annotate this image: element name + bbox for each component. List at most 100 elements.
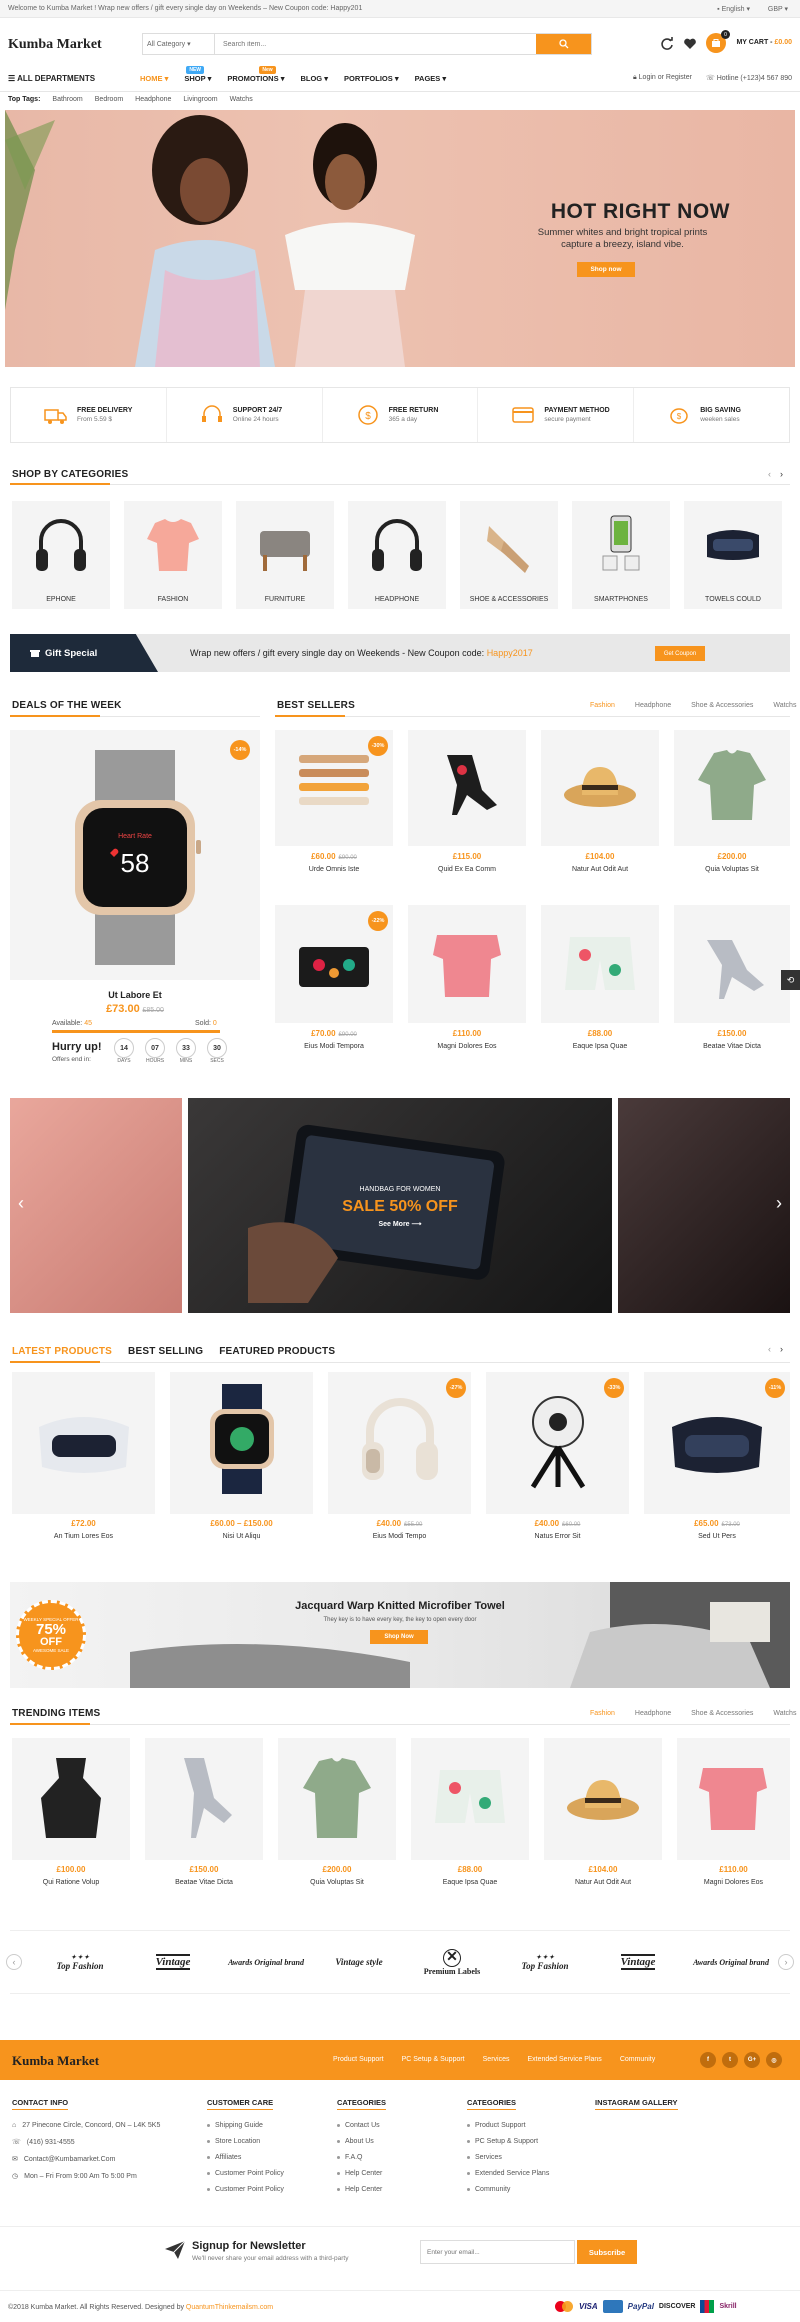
search-category-select[interactable]: All Category ▾ (143, 34, 215, 54)
product-name[interactable]: Natus Error Sit (486, 1533, 629, 1540)
product-name[interactable]: Quia Voluptas Sit (278, 1879, 396, 1886)
footer-link[interactable]: Contact Us (337, 2122, 386, 2129)
tab-featured-products[interactable]: FEATURED PRODUCTS (219, 1346, 335, 1357)
product-card[interactable]: £60.00 – £150.00 Nisi Ut Aliqu (170, 1372, 313, 1554)
product-name[interactable]: Nisi Ut Aliqu (170, 1533, 313, 1540)
tab-headphone[interactable]: Headphone (635, 1710, 671, 1717)
login-link[interactable]: 🔒︎ Login or Register (633, 74, 692, 82)
footer-link[interactable]: Store Location (207, 2138, 284, 2145)
product-card[interactable]: £200.00 Quia Voluptas Sit (674, 730, 790, 888)
footer-link[interactable]: Help Center (337, 2186, 386, 2193)
product-name[interactable]: Beatae Vitae Dicta (145, 1879, 263, 1886)
footer-link[interactable]: Community (467, 2186, 549, 2193)
footer-link[interactable]: Extended Service Plans (467, 2170, 549, 2177)
nav-item-promotions[interactable]: PROMOTIONS ▾ New (227, 66, 284, 83)
product-name[interactable]: Eaque Ipsa Quae (541, 1043, 659, 1050)
facebook-icon[interactable]: f (700, 2052, 716, 2068)
product-name[interactable]: Natur Aut Odit Aut (541, 866, 659, 873)
brand-logo[interactable]: Vintage style (319, 1936, 399, 1988)
brands-prev[interactable]: ‹ (6, 1954, 22, 1970)
product-card[interactable]: £150.00 Beatae Vitae Dicta (674, 905, 790, 1065)
contact-email[interactable]: ✉ Contact@Kumbamarket.Com (12, 2155, 160, 2164)
brand-logo[interactable]: Vintage (133, 1936, 213, 1988)
search-input[interactable] (219, 34, 529, 54)
nav-item-pages[interactable]: PAGES ▾ (415, 74, 447, 83)
cart-button[interactable]: 0 (706, 30, 730, 53)
carousel-next[interactable]: › (780, 469, 783, 479)
footer-link[interactable]: PC Setup & Support (467, 2138, 549, 2145)
tab-shoe-accessories[interactable]: Shoe & Accessories (691, 1710, 753, 1717)
footer-link[interactable]: About Us (337, 2138, 386, 2145)
footer-link[interactable]: Extended Service Plans (527, 2056, 601, 2063)
google-plus-icon[interactable]: G+ (744, 2052, 760, 2068)
designer-link[interactable]: QuantumThinkemailsm.com (186, 2304, 273, 2311)
category-card[interactable]: TOWELS COULD (684, 501, 782, 609)
nav-item-blog[interactable]: BLOG ▾ (300, 74, 328, 83)
cart-summary[interactable]: MY CART - £0.00 (736, 39, 792, 46)
heart-icon[interactable] (683, 37, 697, 51)
hero-shop-button[interactable]: Shop now (577, 262, 635, 277)
footer-link[interactable]: Customer Point Policy (207, 2170, 284, 2177)
slider-prev-arrow[interactable]: ‹ (18, 1193, 24, 1214)
deal-product-card[interactable]: -14% Heart Rate 58 (10, 730, 260, 980)
footer-logo[interactable]: Kumba Market (12, 2053, 99, 2069)
nav-item-portfolios[interactable]: PORTFOLIOS ▾ (344, 74, 399, 83)
product-name[interactable]: Qui Ratione Volup (12, 1879, 130, 1886)
product-name[interactable]: Magni Dolores Eos (677, 1879, 790, 1886)
product-name[interactable]: Quia Voluptas Sit (674, 866, 790, 873)
category-card[interactable]: EPHONE (12, 501, 110, 609)
brand-logo[interactable]: ✦ ✦ ✦ Top Fashion (40, 1936, 120, 1988)
product-card[interactable]: £110.00 Magni Dolores Eos (677, 1738, 790, 1900)
tag-link[interactable]: Bedroom (95, 96, 123, 103)
product-card[interactable]: £104.00 Natur Aut Odit Aut (544, 1738, 662, 1900)
tab-watchs[interactable]: Watchs (773, 702, 796, 709)
subscribe-button[interactable]: Subscribe (577, 2240, 637, 2264)
footer-link[interactable]: Services (467, 2154, 549, 2161)
footer-link[interactable]: F.A.Q (337, 2154, 386, 2161)
product-card[interactable]: -11% £65.00 £73.00 Sed Ut Pers (644, 1372, 790, 1554)
footer-link[interactable]: Community (620, 2056, 655, 2063)
product-name[interactable]: Eius Modi Tempora (275, 1043, 393, 1050)
footer-link[interactable]: Product Support (467, 2122, 549, 2129)
product-card[interactable]: £72.00 An Tium Lores Eos (12, 1372, 155, 1554)
tab-best-selling[interactable]: BEST SELLING (128, 1346, 203, 1357)
product-card[interactable]: £115.00 Quid Ex Ea Comm (408, 730, 526, 888)
tab-latest-products[interactable]: LATEST PRODUCTS (12, 1346, 112, 1357)
product-card[interactable]: £104.00 Natur Aut Odit Aut (541, 730, 659, 888)
product-card[interactable]: -33% £40.00 £60.00 Natus Error Sit (486, 1372, 629, 1554)
product-name[interactable]: Magni Dolores Eos (408, 1043, 526, 1050)
product-card[interactable]: £110.00 Magni Dolores Eos (408, 905, 526, 1065)
carousel-prev[interactable]: ‹ (768, 469, 771, 479)
tab-headphone[interactable]: Headphone (635, 702, 671, 709)
product-card[interactable]: -22% £70.00 £90.00 Eius Modi Tempora (275, 905, 393, 1065)
twitter-icon[interactable]: t (722, 2052, 738, 2068)
search-button[interactable] (536, 34, 591, 54)
carousel-next[interactable]: › (780, 1344, 783, 1354)
refresh-icon[interactable] (660, 37, 674, 51)
language-selector[interactable]: ▪ English ▾ (717, 5, 750, 13)
product-card[interactable]: £88.00 Eaque Ipsa Quae (411, 1738, 529, 1900)
product-card[interactable]: £100.00 Qui Ratione Volup (12, 1738, 130, 1900)
newsletter-email-input[interactable] (420, 2240, 575, 2264)
currency-selector[interactable]: GBP ▾ (768, 5, 788, 13)
footer-link[interactable]: Shipping Guide (207, 2122, 284, 2129)
tab-shoe-accessories[interactable]: Shoe & Accessories (691, 702, 753, 709)
product-name[interactable]: An Tium Lores Eos (12, 1533, 155, 1540)
tag-link[interactable]: Headphone (135, 96, 171, 103)
category-card[interactable]: HEADPHONE (348, 501, 446, 609)
product-name[interactable]: Eius Modi Tempo (328, 1533, 471, 1540)
slide-see-more-link[interactable]: See More ⟶ (188, 1220, 612, 1228)
nav-item-shop[interactable]: SHOP ▾ NEW (184, 66, 211, 83)
tab-fashion[interactable]: Fashion (590, 1710, 615, 1717)
brand-logo[interactable]: ✦ ✦ ✦ Top Fashion (505, 1936, 585, 1988)
brand-logo[interactable]: Awards Original brand (226, 1936, 306, 1988)
all-departments-button[interactable]: ☰ ALL DEPARTMENTS (8, 74, 95, 83)
site-logo[interactable]: Kumba Market (8, 37, 102, 53)
product-card[interactable]: £88.00 Eaque Ipsa Quae (541, 905, 659, 1065)
tag-link[interactable]: Livingroom (183, 96, 217, 103)
tab-watchs[interactable]: Watchs (773, 1710, 796, 1717)
product-name[interactable]: Natur Aut Odit Aut (544, 1879, 662, 1886)
product-name[interactable]: Sed Ut Pers (644, 1533, 790, 1540)
brand-logo[interactable]: Vintage (598, 1936, 678, 1988)
footer-link[interactable]: PC Setup & Support (402, 2056, 465, 2063)
